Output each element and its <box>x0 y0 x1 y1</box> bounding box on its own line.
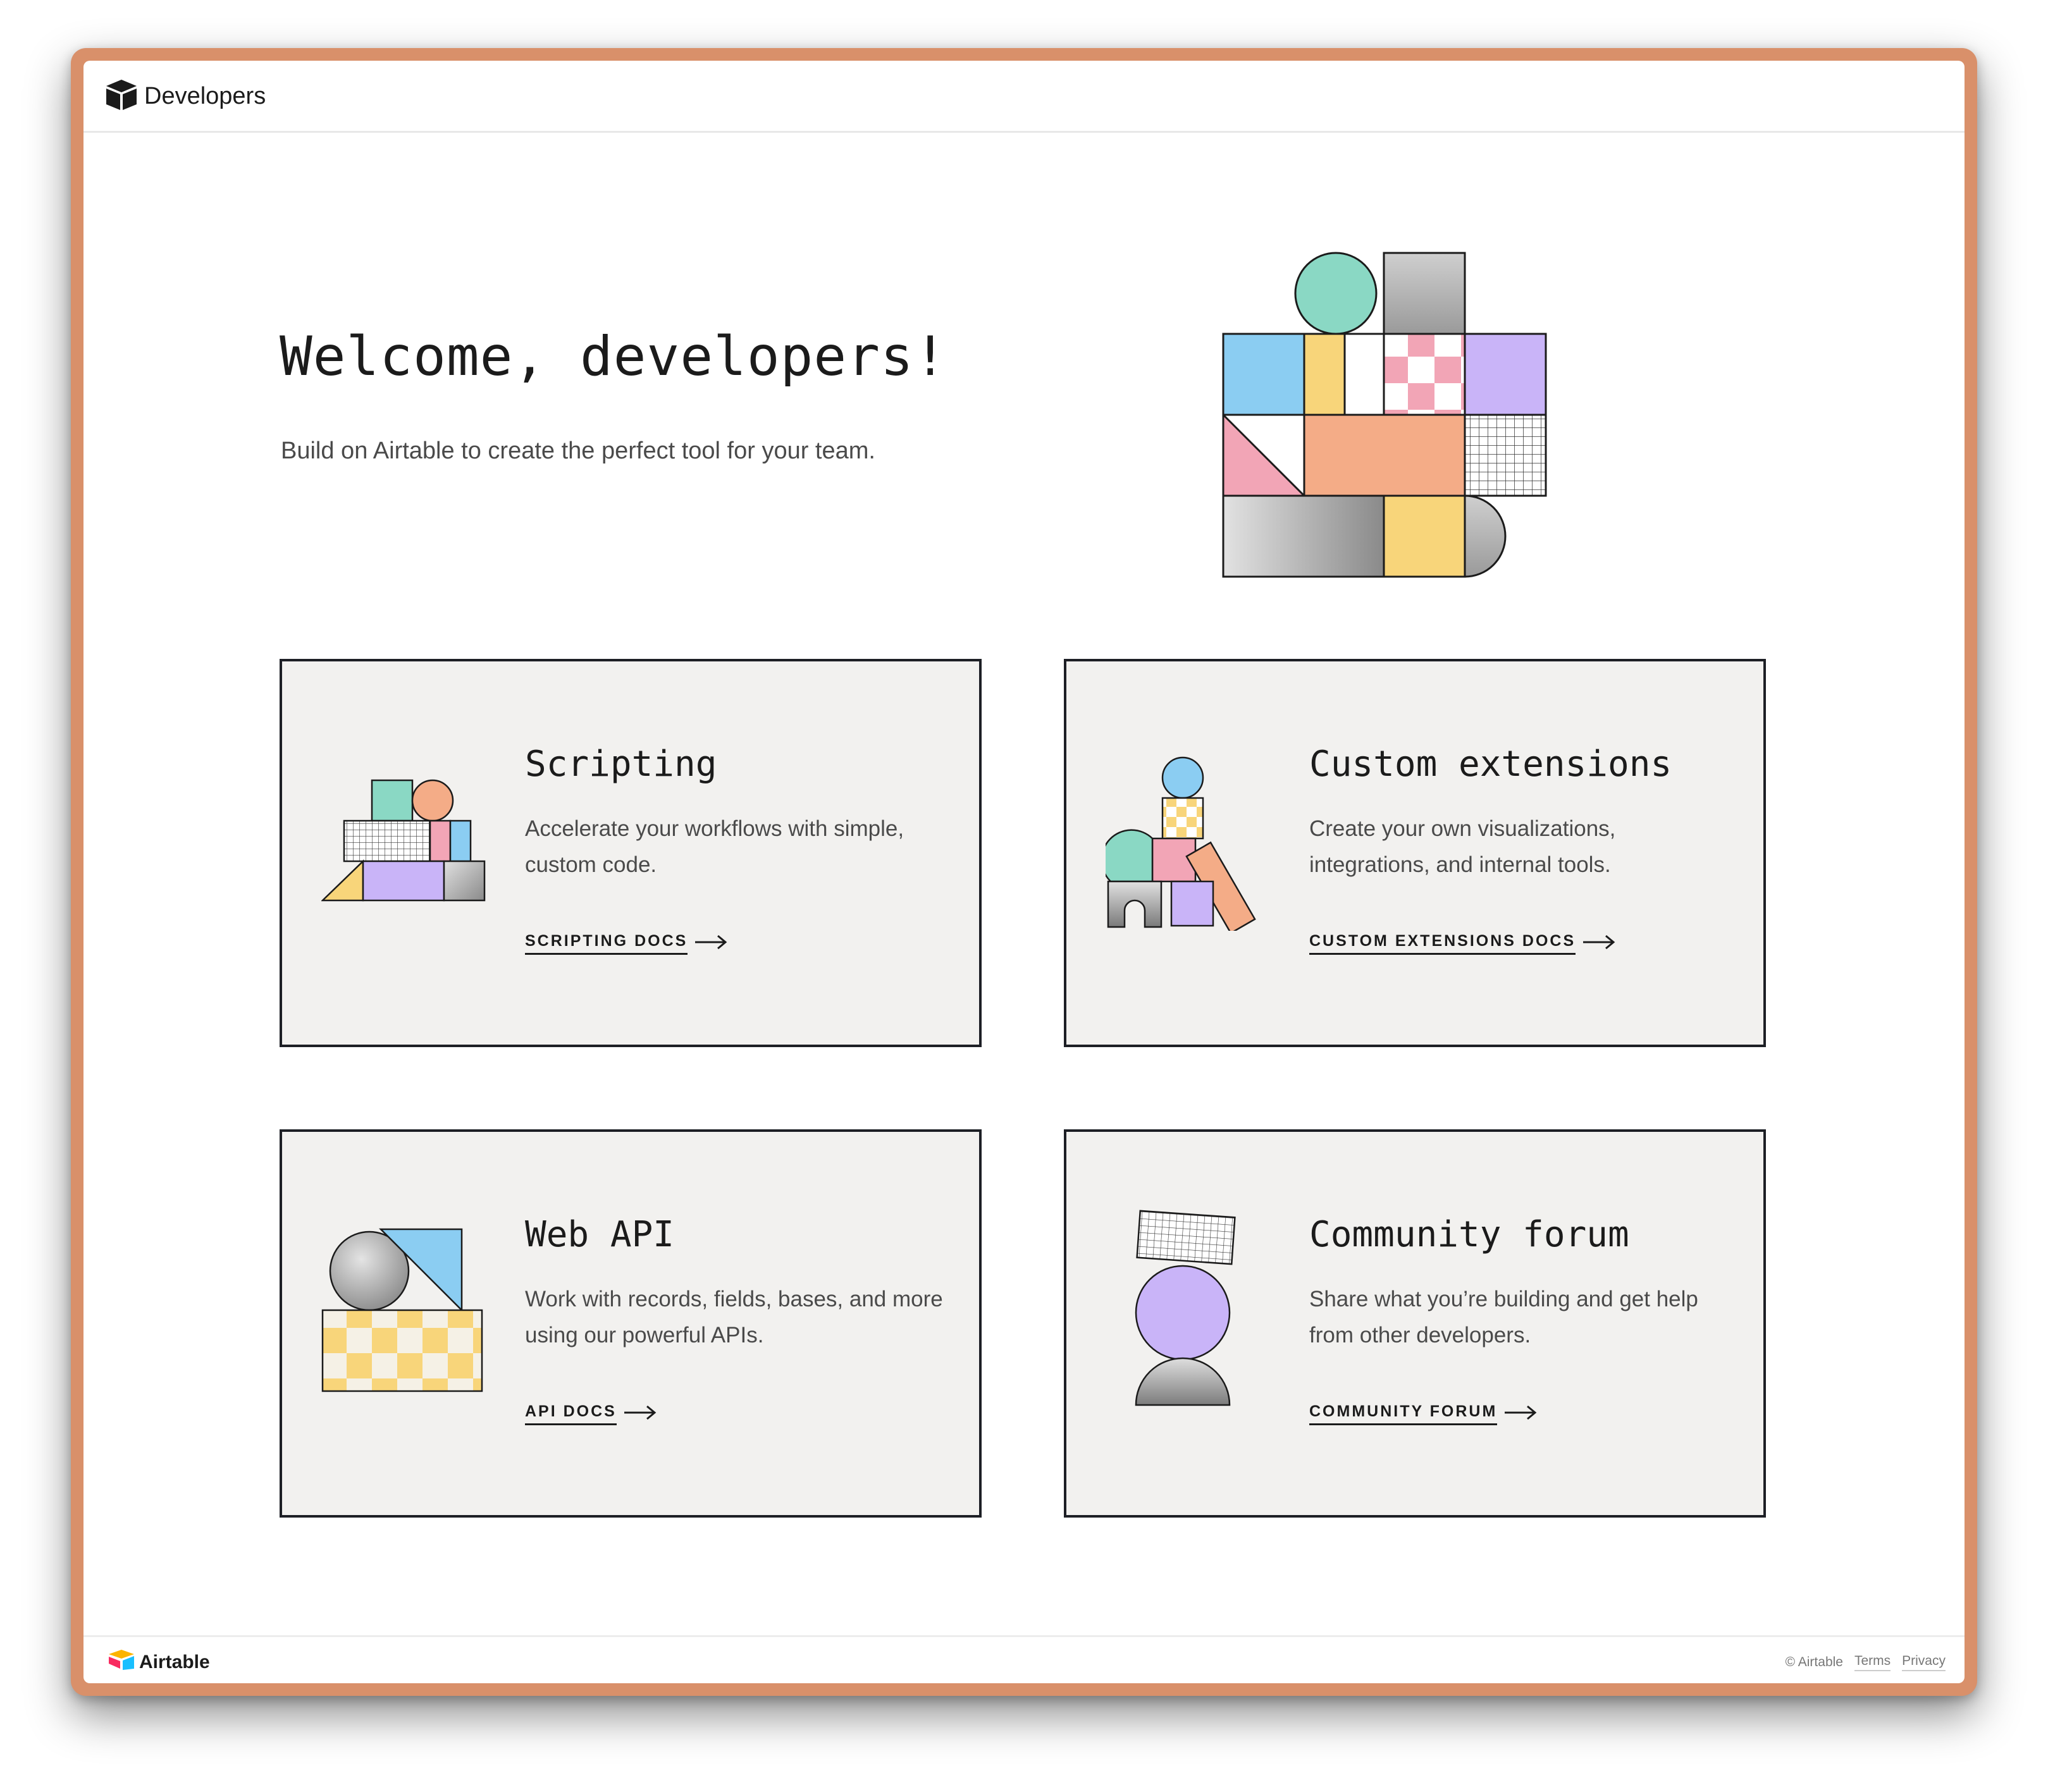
community-forum-link[interactable]: COMMUNITY FORUM <box>1309 1402 1538 1425</box>
arrow-right-icon <box>688 935 728 953</box>
scripting-illustration <box>320 779 486 905</box>
card-description: Accelerate your workflows with simple, c… <box>525 816 904 877</box>
window-frame: Developers Welcome, developers! Build on… <box>71 48 1977 1696</box>
box-logo-icon <box>104 78 139 114</box>
copyright-text: © Airtable <box>1785 1655 1843 1669</box>
link-label: SCRIPTING DOCS <box>525 932 688 955</box>
arrow-right-icon <box>1576 935 1616 953</box>
hero-title: Welcome, developers! <box>280 325 947 388</box>
link-label: CUSTOM EXTENSIONS DOCS <box>1309 932 1576 955</box>
airtable-home-link[interactable]: Airtable <box>104 1648 210 1676</box>
link-label: COMMUNITY FORUM <box>1309 1402 1498 1425</box>
card-description: Share what you’re building and get help … <box>1309 1287 1698 1347</box>
custom-extensions-docs-link[interactable]: CUSTOM EXTENSIONS DOCS <box>1309 932 1616 955</box>
custom-extensions-illustration <box>1101 756 1270 935</box>
hero-blocks-illustration <box>1222 250 1576 589</box>
arrow-right-icon <box>617 1405 657 1423</box>
card-description: Create your own visualizations, integrat… <box>1309 816 1616 877</box>
scripting-docs-link[interactable]: SCRIPTING DOCS <box>525 932 728 955</box>
card-title: Web API <box>525 1214 675 1255</box>
airtable-logo-icon <box>108 1648 135 1676</box>
developers-home-link[interactable]: Developers <box>104 78 266 114</box>
footer-brand-name: Airtable <box>139 1652 210 1672</box>
privacy-link[interactable]: Privacy <box>1902 1654 1946 1671</box>
card-custom-extensions: Custom extensions Create your own visual… <box>1064 659 1766 1047</box>
card-scripting: Scripting Accelerate your workflows with… <box>280 659 982 1047</box>
top-bar: Developers <box>83 61 1965 133</box>
card-title: Custom extensions <box>1309 744 1672 785</box>
footer-links: © Airtable Terms Privacy <box>1774 1654 1946 1671</box>
card-title: Scripting <box>525 744 717 785</box>
web-api-illustration <box>321 1227 486 1401</box>
community-forum-illustration <box>1133 1208 1241 1420</box>
hero-subtitle: Build on Airtable to create the perfect … <box>281 438 875 464</box>
card-web-api: Web API Work with records, fields, bases… <box>280 1129 982 1518</box>
browser-window: Developers Welcome, developers! Build on… <box>83 61 1965 1683</box>
link-label: API DOCS <box>525 1402 617 1425</box>
card-community-forum: Community forum Share what you’re buildi… <box>1064 1129 1766 1518</box>
arrow-right-icon <box>1497 1405 1538 1423</box>
api-docs-link[interactable]: API DOCS <box>525 1402 657 1425</box>
card-title: Community forum <box>1309 1214 1629 1255</box>
footer: Airtable © Airtable Terms Privacy <box>83 1635 1965 1683</box>
card-description: Work with records, fields, bases, and mo… <box>525 1287 943 1347</box>
site-title: Developers <box>144 82 266 109</box>
terms-link[interactable]: Terms <box>1854 1654 1891 1671</box>
